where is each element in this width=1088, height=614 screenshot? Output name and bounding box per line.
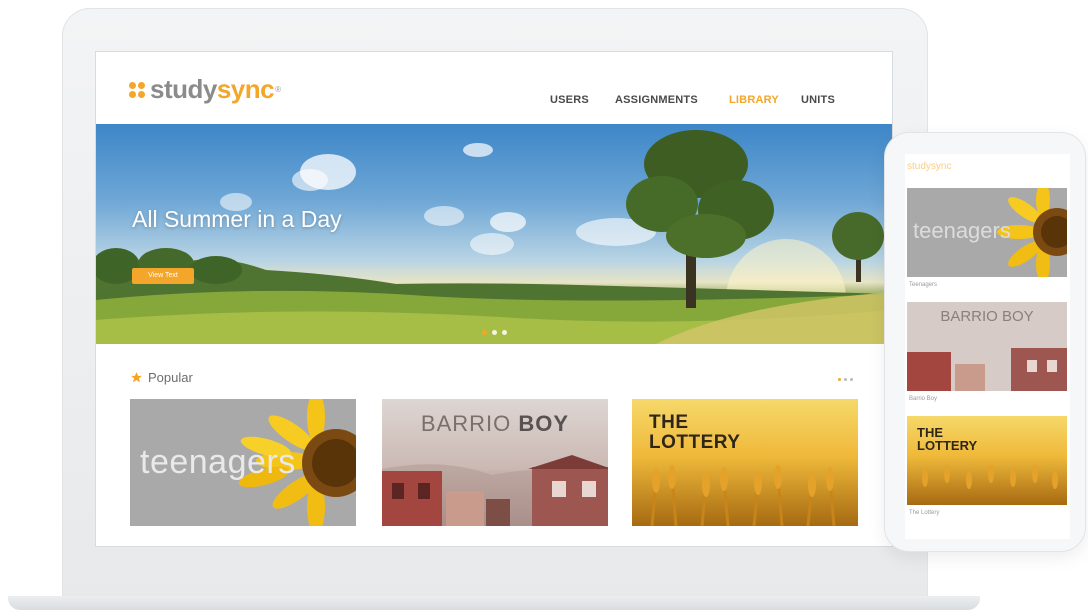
card-barrio-boy[interactable]: BARRIO BOY [382,399,608,526]
laptop-screen: study sync ® USERS ASSIGNMENTS LIBRARY U… [96,52,892,546]
card-title: BARRIO BOY [420,411,570,436]
card-caption: The Lottery [909,510,940,516]
star-icon [131,372,142,383]
nav-library[interactable]: LIBRARY [729,94,779,106]
card-title: THE LOTTERY [917,425,978,453]
card-title: THE LOTTERY [649,412,741,453]
registered-mark: ® [275,85,282,94]
card-caption: Barrio Boy [909,396,938,402]
landscape-image [96,130,892,344]
card-title: teenagers [140,443,296,481]
card-title: teenagers [913,218,1011,243]
hero-dot[interactable] [492,330,497,335]
card-caption: Teenagers [909,282,938,288]
phone-card-barrio-boy[interactable]: BARRIO BOY [907,302,1067,391]
phone-screen: studysync teenagers Teenagers BARRIO BOY… [905,154,1070,539]
view-text-button[interactable]: View Text [132,268,194,284]
hero-dot[interactable] [482,330,487,335]
nav-assignments[interactable]: ASSIGNMENTS [615,94,698,106]
hero-banner[interactable]: All Summer in a Day View Text [96,124,892,344]
card-teenagers[interactable]: teenagers [130,399,356,526]
hero-title: All Summer in a Day [132,206,342,232]
laptop-base [8,596,980,610]
top-bar: study sync ® USERS ASSIGNMENTS LIBRARY U… [96,52,892,124]
main-nav: USERS ASSIGNMENTS LIBRARY UNITS [96,94,892,110]
popular-pagination[interactable] [838,378,853,381]
card-the-lottery[interactable]: THE LOTTERY [632,399,858,526]
phone-card-teenagers[interactable]: teenagers [907,188,1067,277]
hero-dot[interactable] [502,330,507,335]
nav-units[interactable]: UNITS [801,94,835,106]
card-title: BARRIO BOY [940,308,1034,325]
phone-logo[interactable]: studysync [907,161,951,172]
popular-label: Popular [148,370,193,385]
phone-card-the-lottery[interactable]: THE LOTTERY [907,416,1067,505]
nav-users[interactable]: USERS [550,94,589,106]
popular-header: Popular [130,370,193,385]
hero-pagination [482,330,507,335]
